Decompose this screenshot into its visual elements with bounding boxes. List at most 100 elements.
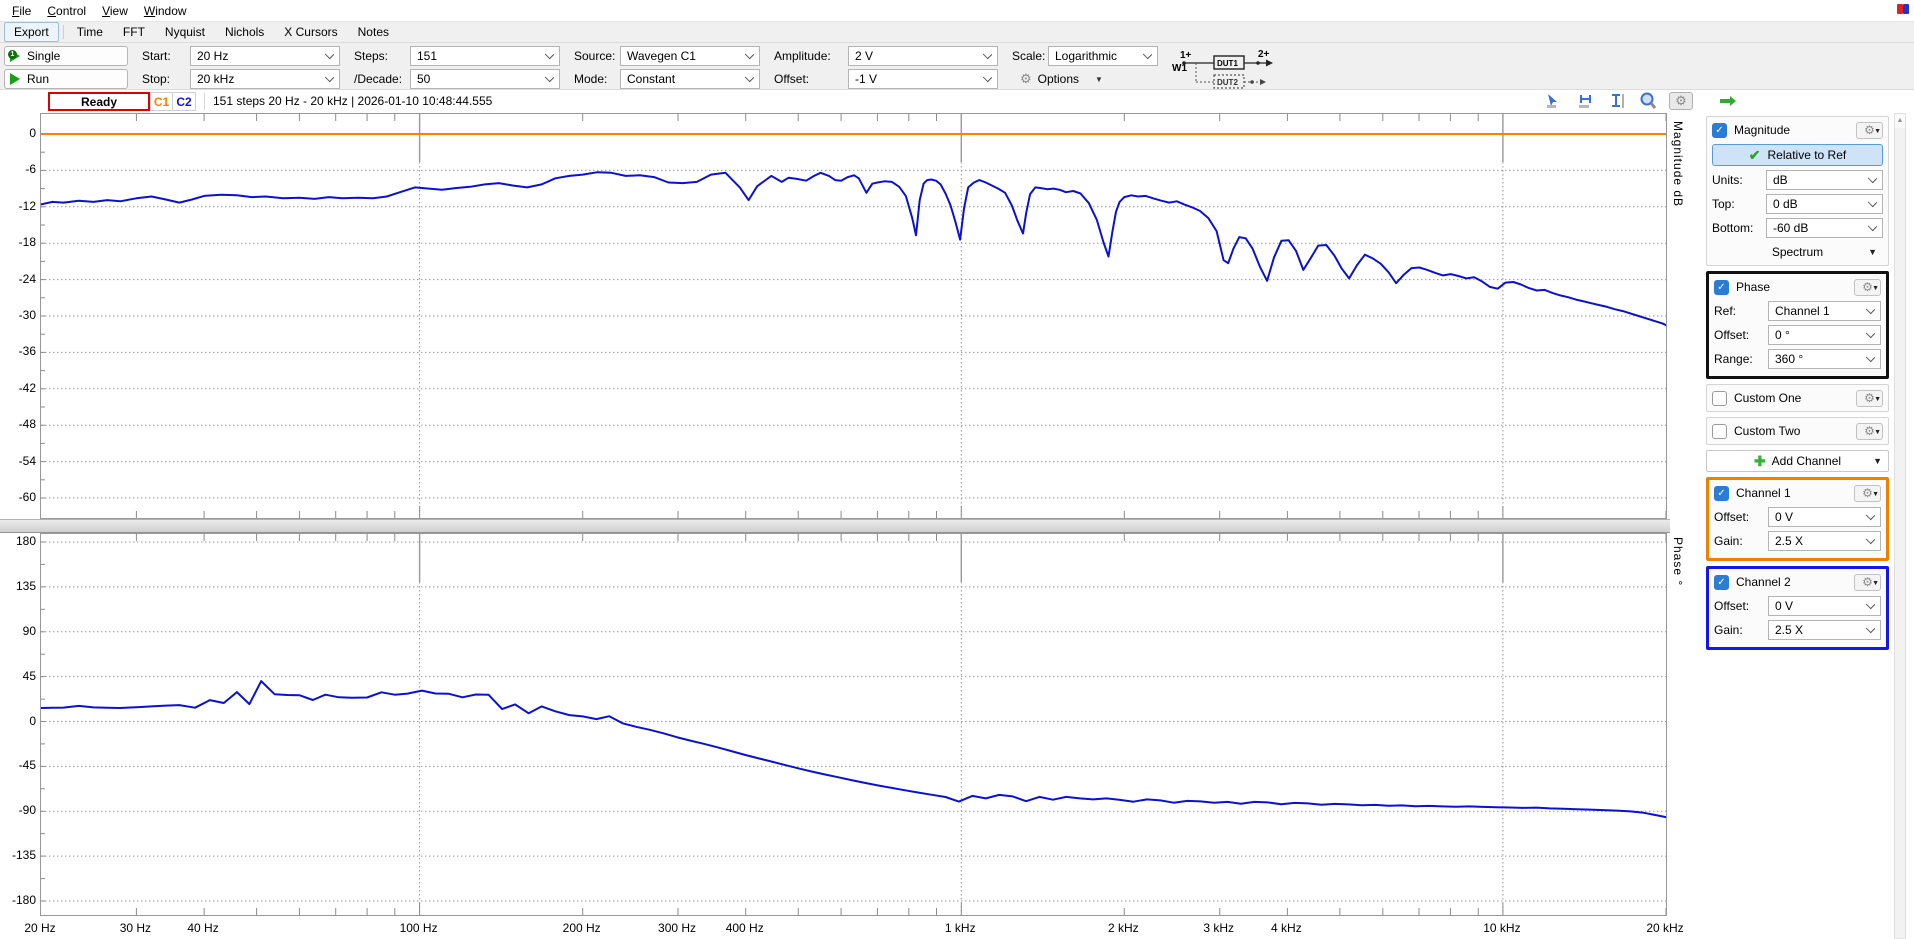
magnitude-checkbox[interactable]: ✓ [1712,123,1727,138]
ref-select[interactable]: Channel 1 [1768,301,1881,321]
phase-panel: ✓ Phase ⚙▼ Ref: Channel 1 Offset: 0 ° Ra… [1706,271,1889,379]
c1-toggle[interactable]: C1 [150,92,173,111]
tab-x-cursors[interactable]: X Cursors [275,23,346,41]
options-button[interactable]: ⚙ Options ▼ [1012,69,1111,89]
phase-axis-title: Phase ° [1671,537,1685,586]
dropdown-arrow-icon: ▼ [1874,425,1881,440]
phase-settings-button[interactable]: ⚙▼ [1854,279,1881,296]
spectrum-button[interactable]: Spectrum ▼ [1712,242,1883,262]
ref-value: Channel 1 [1775,304,1830,318]
chevron-down-icon [745,73,754,82]
run-button[interactable]: Run [4,69,128,89]
channel-2-checkbox[interactable]: ✓ [1714,575,1729,590]
channel-2-offset-label: Offset: [1714,599,1768,613]
plot-splitter[interactable] [0,519,1670,533]
magnitude-settings-button[interactable]: ⚙▼ [1856,122,1883,139]
per-decade-select[interactable]: 50 [410,69,560,89]
spectrum-label: Spectrum [1772,245,1823,259]
zoom-icon[interactable] [1638,92,1658,110]
custom-two-checkbox[interactable] [1712,424,1727,439]
add-channel-label: Add Channel [1772,454,1841,468]
phase-offset-value: 0 ° [1775,328,1790,342]
channel-2-panel: ✓ Channel 2 ⚙▼ Offset: 0 V Gain: 2.5 X [1706,566,1889,650]
range-select[interactable]: 360 ° [1768,349,1881,369]
cursors-icon[interactable] [1545,92,1565,110]
chevron-down-icon [1866,353,1875,362]
source-value: Wavegen C1 [627,49,696,63]
y-cursor-icon[interactable] [1607,92,1627,110]
x-tick-label: 20 Hz [5,921,75,935]
channel-1-checkbox[interactable]: ✓ [1714,486,1729,501]
y-tick-label: 45 [0,669,36,683]
channel-1-offset-select[interactable]: 0 V [1768,507,1881,527]
single-button[interactable]: 1 Single [4,46,128,66]
phase-checkbox[interactable]: ✓ [1714,280,1729,295]
channel-1-settings-button[interactable]: ⚙▼ [1854,485,1881,502]
magnitude-panel-title: Magnitude [1734,123,1849,137]
plot-settings-button[interactable]: ⚙ [1669,92,1693,110]
channel-1-offset-value: 0 V [1775,510,1793,524]
tab-export[interactable]: Export [4,22,59,42]
c2-toggle[interactable]: C2 [173,92,196,111]
y-tick-label: -24 [0,272,36,286]
top-select[interactable]: 0 dB [1766,194,1883,214]
menu-file[interactable]: File [4,2,39,20]
scroll-up-icon[interactable]: ▲ [1895,114,1905,128]
tab-nyquist[interactable]: Nyquist [156,23,214,41]
x-cursor-icon[interactable] [1576,92,1596,110]
stop-select[interactable]: 20 kHz [190,69,340,89]
tab-nichols[interactable]: Nichols [216,23,273,41]
y-tick-label: -54 [0,454,36,468]
chevron-down-icon [1143,50,1152,59]
start-select[interactable]: 20 Hz [190,46,340,66]
amplitude-select[interactable]: 2 V [848,46,998,66]
options-label: Options [1038,72,1079,86]
tab-fft[interactable]: FFT [114,23,154,41]
add-channel-button[interactable]: ✚ Add Channel ▼ [1706,450,1889,472]
custom-one-settings-button[interactable]: ⚙▼ [1856,390,1883,407]
magnitude-panel: ✓ Magnitude ⚙▼ ✔ Relative to Ref Units: … [1706,116,1889,266]
relative-to-ref-button[interactable]: ✔ Relative to Ref [1712,144,1883,166]
channel-2-offset-select[interactable]: 0 V [1768,596,1881,616]
gear-icon: ⚙ [1675,93,1687,109]
tab-separator [63,25,64,39]
custom-two-settings-button[interactable]: ⚙▼ [1856,423,1883,440]
collapse-panel-icon[interactable] [1718,92,1738,110]
channel-sidebar: ✓ Magnitude ⚙▼ ✔ Relative to Ref Units: … [1706,116,1889,655]
x-tick-label: 20 kHz [1630,921,1700,935]
bottom-select[interactable]: -60 dB [1766,218,1883,238]
toolbar-row-2: Run Stop: 20 kHz /Decade: 50 Mode: Const… [4,68,1910,90]
units-select[interactable]: dB [1766,170,1883,190]
y-tick-label: -135 [0,848,36,862]
channel-1-gain-select[interactable]: 2.5 X [1768,531,1881,551]
chevron-down-icon [325,50,334,59]
relative-to-ref-label: Relative to Ref [1768,148,1847,162]
amplitude-label: Amplitude: [760,49,848,63]
sidebar-scrollbar[interactable]: ▲ [1894,113,1906,939]
steps-select[interactable]: 151 [410,46,560,66]
phase-offset-select[interactable]: 0 ° [1768,325,1881,345]
custom-one-panel: Custom One ⚙▼ [1706,384,1889,412]
tab-time[interactable]: Time [68,23,112,41]
channel-2-gain-select[interactable]: 2.5 X [1768,620,1881,640]
custom-one-checkbox[interactable] [1712,391,1727,406]
y-tick-label: -36 [0,344,36,358]
offset-select[interactable]: -1 V [848,69,998,89]
phase-plot[interactable] [40,533,1667,916]
menu-window[interactable]: Window [136,2,195,20]
scale-select[interactable]: Logarithmic [1048,46,1158,66]
channel-2-settings-button[interactable]: ⚙▼ [1854,574,1881,591]
play-run-icon [10,73,20,85]
chevron-down-icon [325,73,334,82]
menu-control[interactable]: Control [39,2,94,20]
chevron-down-icon [1868,198,1877,207]
y-tick-label: 0 [0,714,36,728]
stop-value: 20 kHz [197,72,234,86]
y-tick-label: -18 [0,235,36,249]
tab-notes[interactable]: Notes [349,23,398,41]
mode-select[interactable]: Constant [620,69,760,89]
x-tick-label: 100 Hz [384,921,454,935]
source-select[interactable]: Wavegen C1 [620,46,760,66]
menu-view[interactable]: View [94,2,136,20]
magnitude-plot[interactable] [40,113,1667,519]
